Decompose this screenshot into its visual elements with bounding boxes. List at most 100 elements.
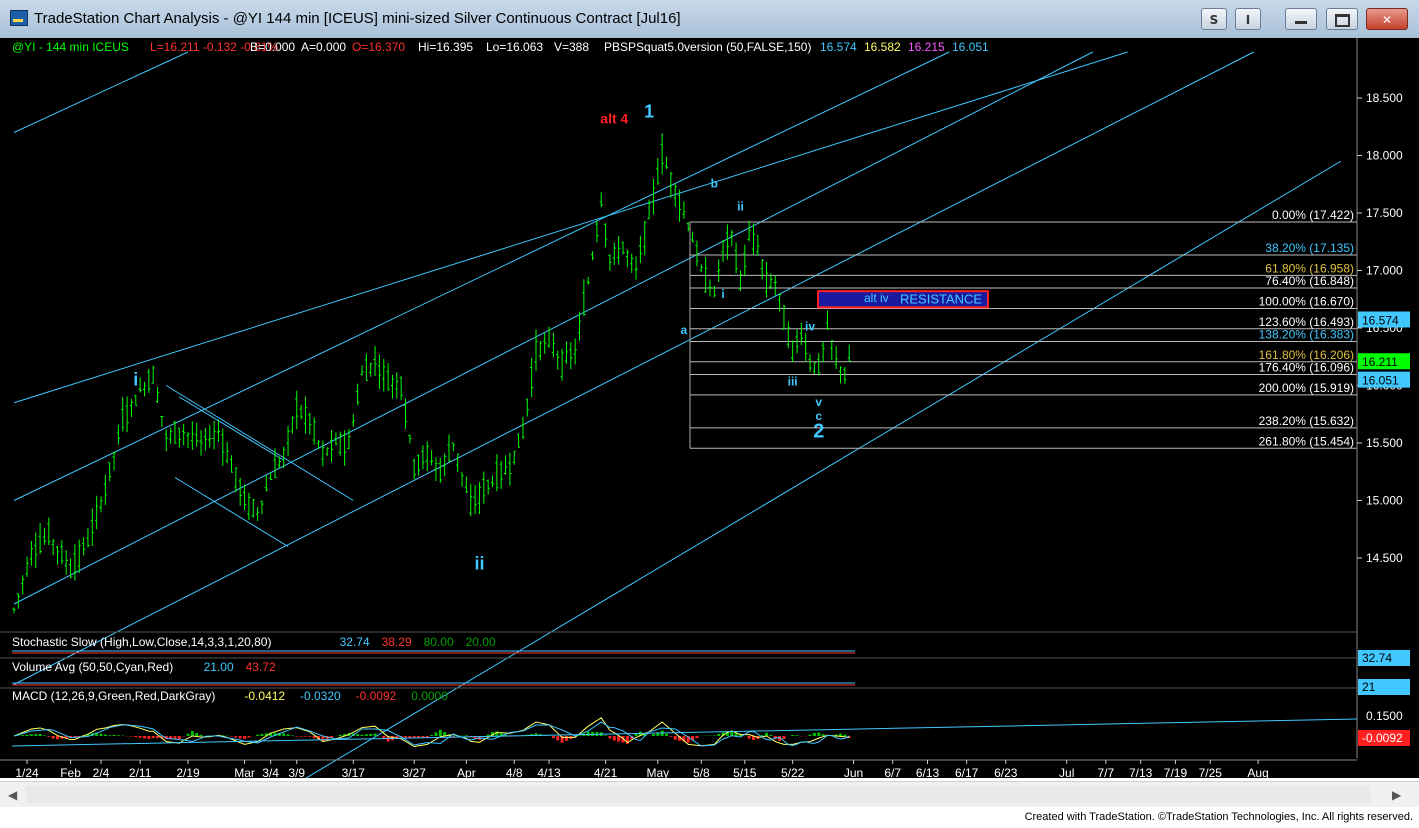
wave-label: b <box>711 177 718 191</box>
header-field: @YI - 144 min ICEUS <box>12 40 129 54</box>
date-axis-label: 3/27 <box>403 766 427 778</box>
stochastic-tag-label: 32.74 <box>1362 651 1392 665</box>
indicator-label: 32.74 <box>340 635 370 649</box>
header-field: PBSPSquat5.0version (50,FALSE,150) <box>604 40 811 54</box>
price-tag-label: 16.051 <box>1362 374 1399 388</box>
indicator-label: 38.29 <box>382 635 412 649</box>
scroll-track[interactable] <box>26 786 1370 803</box>
resistance-alt-label: alt iv <box>864 291 889 305</box>
chart-canvas[interactable]: 0.00% (17.422)38.20% (17.135)61.80% (16.… <box>0 38 1419 823</box>
indicator-label: 20.00 <box>466 635 496 649</box>
wave-label: ii <box>737 200 744 214</box>
header-field: B=0.000 <box>250 40 295 54</box>
window-title: TradeStation Chart Analysis - @YI 144 mi… <box>34 10 681 27</box>
price-tag-label: 16.574 <box>1362 313 1399 327</box>
price-axis-label: 15.000 <box>1366 494 1403 508</box>
price-axis-label: 14.500 <box>1366 551 1403 565</box>
fib-level-label: 200.00% (15.919) <box>1259 381 1354 395</box>
date-axis-label: 5/15 <box>733 766 757 778</box>
resistance-label: RESISTANCE <box>900 291 982 306</box>
wave-label: iii <box>788 375 798 389</box>
fib-level-label: 100.00% (16.670) <box>1259 294 1354 308</box>
price-axis-label: 18.000 <box>1366 149 1403 163</box>
header-field: Hi=16.395 <box>418 40 473 54</box>
scroll-left-icon[interactable]: ◀ <box>8 787 22 803</box>
wave-label: 2 <box>813 420 824 442</box>
interval-link-button[interactable]: I <box>1235 8 1261 30</box>
date-axis-label: Jun <box>844 766 863 778</box>
symbol-header: @YI - 144 min ICEUS L=16.211 -0.132 -0.81… <box>12 40 989 54</box>
date-axis-label: May <box>646 766 669 778</box>
indicator-label: -0.0092 <box>356 689 397 703</box>
date-axis-label: 1/24 <box>15 766 39 778</box>
date-axis-label: 7/25 <box>1199 766 1223 778</box>
header-field: Lo=16.063 <box>486 40 543 54</box>
fib-level-label: 38.20% (17.135) <box>1265 241 1354 255</box>
header-field: A=0.000 <box>301 40 346 54</box>
date-axis-label: 4/8 <box>506 766 523 778</box>
fib-level-label: 0.00% (17.422) <box>1272 208 1354 222</box>
horizontal-scrollbar[interactable]: ◀ ▶ <box>0 781 1419 808</box>
date-axis-label: 6/17 <box>955 766 979 778</box>
date-axis-label: 4/21 <box>594 766 618 778</box>
indicator-label: Volume Avg (50,50,Cyan,Red) <box>12 660 173 674</box>
date-axis-label: 4/13 <box>537 766 561 778</box>
header-field: O=16.370 <box>352 40 405 54</box>
header-field: 16.215 <box>908 40 945 54</box>
date-axis-label: Feb <box>60 766 81 778</box>
macd-axis-label: 0.1500 <box>1366 709 1403 723</box>
price-axis-label: 15.500 <box>1366 436 1403 450</box>
indicator-panels: Stochastic Slow (High,Low,Close,14,3,3,1… <box>0 631 1410 748</box>
date-axis-label: 3/4 <box>262 766 279 778</box>
indicator-label: -0.0320 <box>300 689 341 703</box>
date-axis-label: 5/8 <box>693 766 710 778</box>
wave-label: ii <box>474 554 484 574</box>
header-field: 16.582 <box>864 40 901 54</box>
scroll-right-icon[interactable]: ▶ <box>1392 787 1406 803</box>
date-axis-label: 5/22 <box>781 766 805 778</box>
date-axis-label: 6/7 <box>884 766 901 778</box>
chart-area[interactable]: 0.00% (17.422) 38.20% (17.135) 61.80% (16.… <box>0 38 1419 823</box>
price-axis-label: 17.500 <box>1366 206 1403 220</box>
date-axis-label: 7/7 <box>1098 766 1115 778</box>
date-axis-label: Apr <box>457 766 476 778</box>
date-axis-label: 3/9 <box>288 766 305 778</box>
indicator-label: 0.0000 <box>411 689 448 703</box>
close-icon[interactable]: ✕ <box>1366 8 1408 30</box>
price-axis-label: 17.000 <box>1366 264 1403 278</box>
wave-label: 1 <box>644 102 654 122</box>
credit-text: Created with TradeStation. ©TradeStation… <box>1024 811 1413 823</box>
wave-label: a <box>681 323 688 337</box>
date-axis-label: Jul <box>1059 766 1074 778</box>
price-tag-label: 16.211 <box>1362 355 1398 369</box>
price-panel <box>0 38 1357 630</box>
chart-app-icon <box>10 10 28 26</box>
minimize-icon[interactable] <box>1285 8 1317 30</box>
date-axis-label: 2/4 <box>93 766 110 778</box>
date-axis-label: 2/19 <box>176 766 200 778</box>
indicator-label: 80.00 <box>424 635 454 649</box>
fib-level-label: 76.40% (16.848) <box>1265 274 1354 288</box>
maximize-icon[interactable] <box>1326 8 1358 30</box>
indicator-label: 21.00 <box>204 660 234 674</box>
date-axis[interactable]: 1/24 Feb 2/4 2/11 2/19 Mar 3/4 3/9 3/17 3/27 Apr 4/… <box>0 759 1357 780</box>
fib-level-label: 176.40% (16.096) <box>1259 360 1354 374</box>
header-field: V=388 <box>554 40 589 54</box>
date-axis-label: Aug <box>1247 766 1268 778</box>
wave-label: i <box>721 287 724 301</box>
date-axis-label: 7/13 <box>1129 766 1153 778</box>
wave-label: i <box>133 370 138 390</box>
title-bar[interactable]: TradeStation Chart Analysis - @YI 144 mi… <box>0 0 1419 38</box>
volume-tag-label: 21 <box>1362 680 1376 694</box>
symbol-link-button[interactable]: S <box>1201 8 1227 30</box>
date-axis-label: 6/23 <box>994 766 1018 778</box>
date-axis-label: Mar <box>234 766 255 778</box>
indicator-label: -0.0412 <box>244 689 285 703</box>
header-field: 16.574 <box>820 40 857 54</box>
fib-level-label: 138.20% (16.383) <box>1259 327 1354 341</box>
date-axis-label: 6/13 <box>916 766 940 778</box>
footer: Created with TradeStation. ©TradeStation… <box>0 807 1419 828</box>
indicator-label: 43.72 <box>246 660 276 674</box>
resistance-zone[interactable]: alt iv RESISTANCE <box>817 290 989 309</box>
date-axis-label: 2/11 <box>129 766 152 778</box>
